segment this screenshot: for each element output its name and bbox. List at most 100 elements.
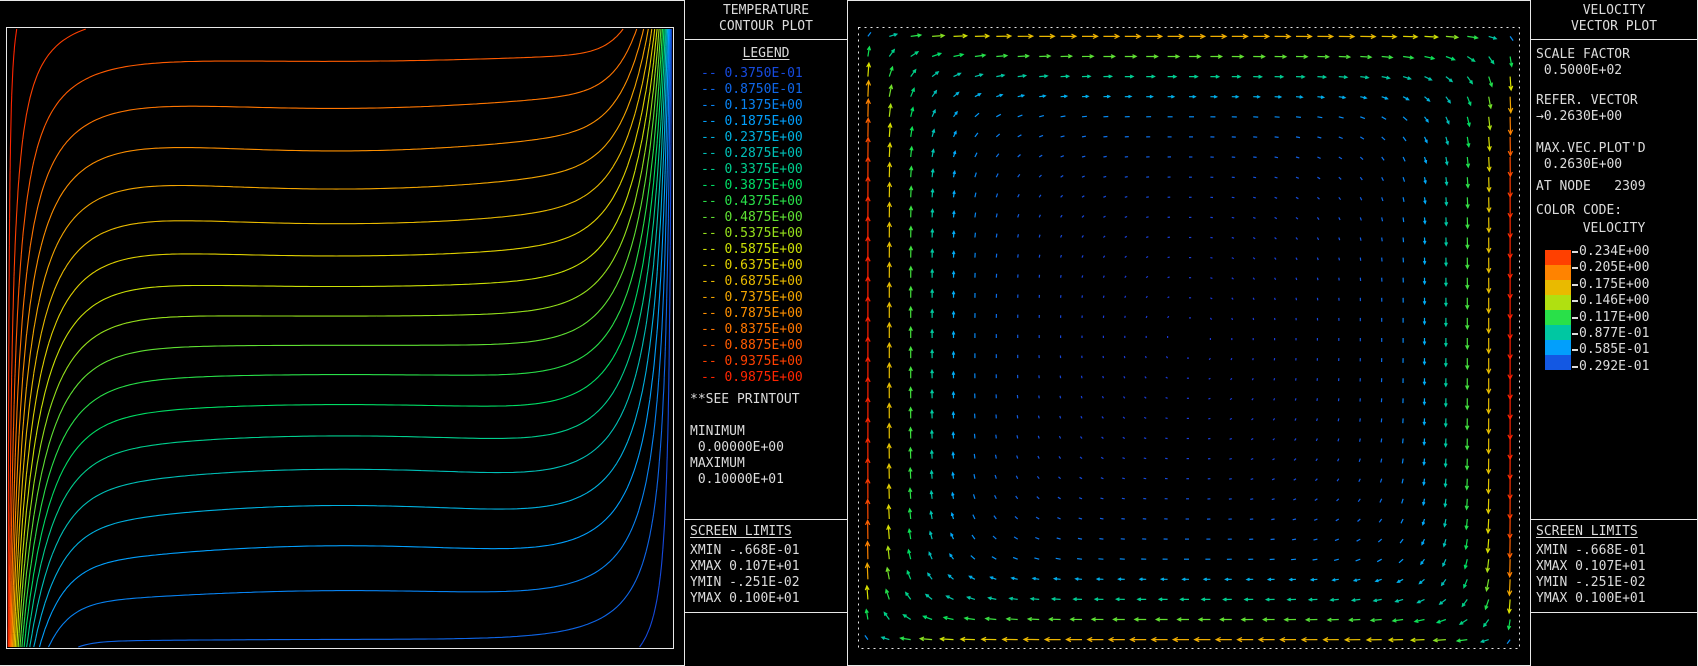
legend-divider [1531, 39, 1697, 40]
velocity-arrow [1035, 536, 1040, 540]
velocity-arrow [1100, 456, 1104, 460]
velocity-arrow [1466, 136, 1471, 149]
velocity-arrow [951, 230, 956, 238]
velocity-arrow [1313, 518, 1318, 521]
velocity-arrow [974, 33, 991, 39]
velocity-arrow [910, 68, 917, 77]
velocity-arrow [1039, 115, 1045, 118]
velocity-arrow [1485, 438, 1492, 455]
velocity-arrow [1274, 196, 1278, 199]
velocity-arrow [1401, 498, 1404, 504]
velocity-arrow [1402, 156, 1406, 162]
velocity-arrow [909, 125, 914, 137]
velocity-arrow [1416, 598, 1425, 604]
velocity-arrow [974, 73, 984, 78]
velocity-arrow [888, 65, 894, 77]
velocity-arrow [885, 566, 891, 580]
velocity-arrow [952, 150, 957, 158]
velocity-arrow [1144, 376, 1147, 379]
velocity-arrow [1222, 597, 1232, 602]
velocity-arrow [1424, 116, 1429, 123]
velocity-arrow [908, 225, 914, 238]
velocity-arrow [1465, 277, 1470, 290]
velocity-colorbar [1545, 250, 1571, 370]
velocity-arrow [1316, 257, 1319, 261]
velocity-arrow [1381, 75, 1391, 80]
velocity-arrow [1464, 398, 1470, 411]
velocity-arrow [1465, 317, 1470, 331]
velocity-arrow [1017, 193, 1020, 198]
velocity-arrow [1179, 597, 1189, 602]
velocity-arrow [1381, 176, 1384, 182]
color-code-label: COLOR CODE: [1536, 203, 1623, 218]
velocity-arrow [886, 261, 892, 278]
velocity-arrow [1154, 617, 1168, 622]
velocity-arrow [1445, 116, 1450, 125]
velocity-arrow [1060, 234, 1063, 238]
velocity-arrow [1485, 498, 1491, 515]
velocity-arrow [953, 53, 965, 58]
colorbar-tick [1572, 349, 1578, 352]
velocity-arrow [929, 469, 934, 479]
velocity-arrow [930, 228, 935, 238]
velocity-arrow [972, 514, 976, 520]
velocity-arrow [1336, 478, 1340, 482]
velocity-arrow [886, 181, 893, 198]
velocity-arrow [1229, 437, 1233, 440]
velocity-arrow [930, 208, 935, 218]
velocity-arrow [1078, 497, 1083, 500]
velocity-arrow [1058, 456, 1062, 459]
velocity-arrow [1458, 618, 1468, 625]
velocity-arrow [974, 152, 978, 158]
velocity-arrow [1507, 197, 1513, 219]
velocity-arrow [866, 61, 872, 77]
velocity-arrow [924, 593, 933, 600]
velocity-arrow [865, 416, 871, 439]
velocity-arrow [953, 72, 962, 78]
velocity-arrow [910, 106, 915, 117]
velocity-arrow [1335, 518, 1340, 522]
velocity-arrow [1165, 356, 1169, 359]
velocity-arrow [1295, 237, 1298, 240]
velocity-arrow [1506, 599, 1512, 615]
velocity-arrow [1465, 338, 1470, 351]
velocity-arrow [1103, 74, 1114, 79]
velocity-arrow [1253, 196, 1256, 199]
colorbar-value: 0.292E-01 [1579, 358, 1650, 374]
velocity-arrow [1391, 618, 1404, 623]
velocity-arrow [1359, 176, 1363, 181]
velocity-arrow [931, 89, 938, 98]
velocity-arrow [1381, 34, 1398, 40]
velocity-arrow [1274, 95, 1283, 99]
velocity-arrow [1486, 338, 1492, 355]
velocity-arrow [1464, 539, 1469, 551]
velocity-arrow [904, 591, 912, 600]
velocity-arrow [1103, 33, 1121, 40]
velocity-arrow [887, 161, 893, 178]
velocity-arrow [1506, 619, 1512, 631]
velocity-arrow [1461, 599, 1468, 608]
velocity-arrow [1146, 54, 1159, 59]
velocity-arrow [1338, 217, 1341, 221]
velocity-arrow [1086, 636, 1104, 643]
velocity-arrow [908, 205, 914, 218]
velocity-arrow [1360, 54, 1373, 60]
velocity-arrow [1337, 458, 1340, 462]
velocity-arrow [1443, 297, 1448, 308]
velocity-arrow [1165, 397, 1168, 399]
velocity-arrow [886, 402, 892, 419]
velocity-arrow [1176, 617, 1189, 622]
max-vec-value: 0.2630E+00 [1536, 157, 1623, 172]
velocity-arrow [1078, 517, 1083, 520]
velocity-arrow [1486, 257, 1492, 274]
velocity-arrow [1017, 74, 1028, 78]
velocity-arrow [930, 188, 935, 198]
velocity-arrow [1465, 156, 1471, 169]
velocity-arrow [1081, 255, 1084, 258]
velocity-arrow [1486, 358, 1492, 375]
velocity-arrow [1507, 518, 1513, 540]
velocity-arrow [1464, 478, 1470, 491]
velocity-arrow [1081, 175, 1085, 178]
velocity-arrow [1230, 377, 1233, 381]
velocity-arrow [1017, 154, 1021, 158]
